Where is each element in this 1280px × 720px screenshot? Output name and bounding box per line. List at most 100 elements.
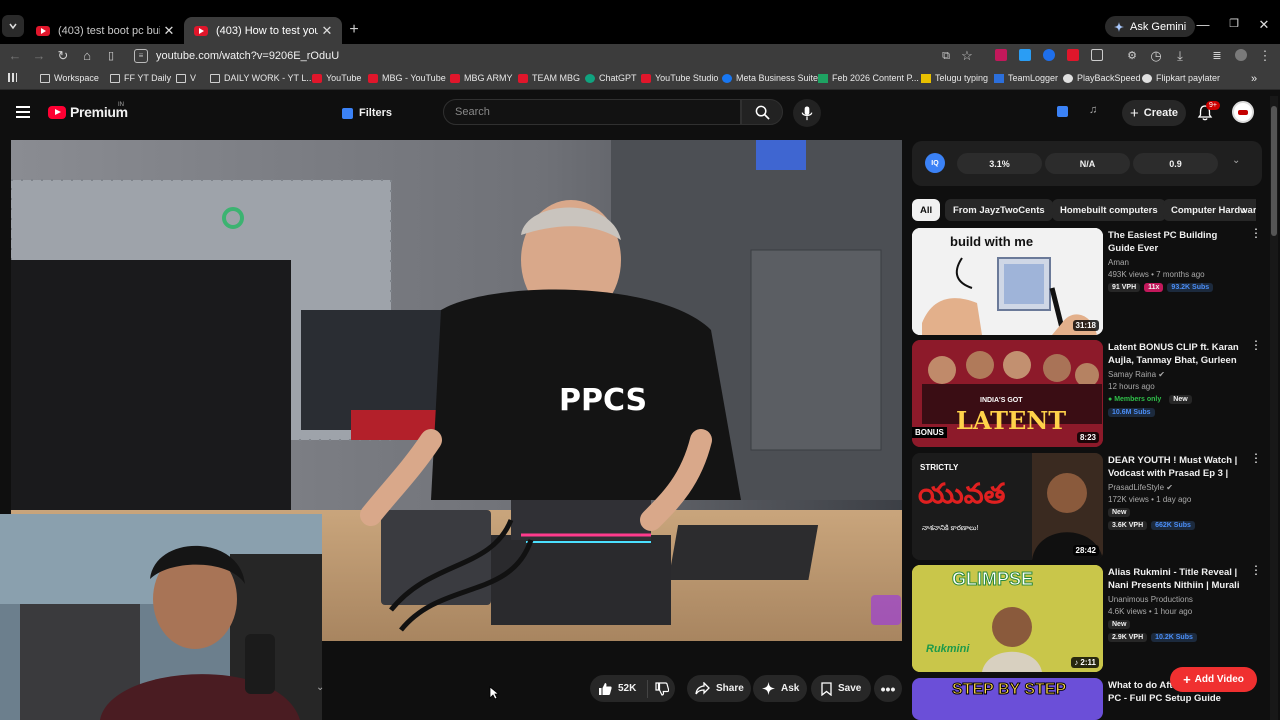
bookmark-item[interactable]: ChatGPT	[585, 73, 637, 83]
sidebar-toggle-icon[interactable]: ▯	[102, 48, 120, 64]
extension-icon[interactable]	[1043, 49, 1055, 61]
bookmark-item[interactable]: YouTube Studio	[641, 73, 718, 83]
extension-icon[interactable]	[995, 49, 1007, 61]
more-horizontal-icon: •••	[880, 680, 896, 697]
bookmark-item[interactable]: Meta Business Suite	[722, 73, 818, 83]
video-title[interactable]: Latent BONUS CLIP ft. Karan Aujla, Tanma…	[1108, 341, 1243, 367]
bookmark-item[interactable]: DAILY WORK - YT L...	[210, 73, 314, 83]
share-button[interactable]: Share	[687, 675, 751, 702]
bookmark-item[interactable]: V	[176, 73, 196, 83]
chevron-down-icon[interactable]: ⌄	[316, 682, 324, 693]
history-icon[interactable]: ◷	[1147, 48, 1165, 64]
related-video-card[interactable]: INDIA'S GOT LATENT BONUS 8:23 Latent BON…	[912, 339, 1262, 447]
ask-button[interactable]: Ask	[753, 675, 807, 702]
close-tab-icon[interactable]: ✕	[160, 23, 178, 39]
chip-homebuilt[interactable]: Homebuilt computers	[1052, 199, 1166, 221]
reload-icon[interactable]: ↻	[54, 48, 72, 64]
video-thumbnail[interactable]: STEP BY STEP	[912, 678, 1103, 720]
channel-name[interactable]: Samay Raina ✔	[1108, 370, 1243, 379]
bookmark-item[interactable]: FF YT Daily	[110, 73, 171, 83]
profile-icon[interactable]: ⚙	[1123, 48, 1141, 64]
youtube-premium-logo[interactable]: Premium IN	[48, 102, 128, 120]
tab-search-button[interactable]	[2, 15, 24, 37]
account-icon[interactable]	[1235, 49, 1247, 61]
channel-name[interactable]: Unanimous Productions	[1108, 595, 1243, 604]
close-window-icon[interactable]: ✕	[1254, 17, 1274, 33]
video-title[interactable]: Alias Rukmini - Title Reveal | Nani Pres…	[1108, 566, 1243, 592]
chip-from-channel[interactable]: From JayzTwoCents	[945, 199, 1053, 221]
vidiq-stat-score[interactable]: 0.9	[1133, 153, 1218, 174]
home-icon[interactable]: ⌂	[78, 48, 96, 64]
extension-toggle-icon[interactable]	[1057, 106, 1068, 117]
close-tab-icon[interactable]: ✕	[318, 23, 336, 39]
bookmark-item[interactable]: MBG ARMY	[450, 73, 513, 83]
more-bookmarks-icon[interactable]: »	[1251, 73, 1257, 85]
browser-tab-1[interactable]: (403) test boot pc build - YouTube ✕	[26, 17, 184, 44]
scrollbar-thumb[interactable]	[1271, 106, 1277, 236]
vidiq-stat-engagement[interactable]: 3.1%	[957, 153, 1042, 174]
more-vertical-icon[interactable]: ⋮	[1250, 452, 1262, 464]
restore-icon[interactable]: ❐	[1224, 17, 1244, 30]
channel-name[interactable]: Aman	[1108, 258, 1243, 267]
bell-outline-icon[interactable]: ♫	[1089, 104, 1097, 116]
address-bar[interactable]: ≡ youtube.com/watch?v=9206E_rOduU	[128, 45, 928, 67]
bookmark-star-icon[interactable]: ☆	[958, 48, 976, 64]
download-icon[interactable]: ⤓	[1171, 48, 1189, 64]
search-button[interactable]	[741, 99, 783, 125]
extension-icon[interactable]	[1019, 49, 1031, 61]
bookmark-item[interactable]: Workspace	[40, 73, 99, 83]
video-title[interactable]: The Easiest PC Building Guide Ever	[1108, 229, 1243, 255]
chip-all[interactable]: All	[912, 199, 941, 221]
related-video-card[interactable]: build with me 31:18 The Easiest PC Build…	[912, 227, 1262, 335]
add-video-button[interactable]: + Add Video	[1170, 667, 1257, 692]
video-thumbnail[interactable]: GLIMPSE Rukmini ♪ 2:11	[912, 565, 1103, 672]
like-button[interactable]: 52K	[590, 679, 648, 698]
page-scrollbar[interactable]	[1270, 96, 1278, 720]
bookmark-item[interactable]: TEAM MBG	[518, 73, 580, 83]
bookmark-save-icon	[821, 681, 832, 696]
chevron-right-icon[interactable]: ›	[1236, 200, 1252, 220]
new-tab-button[interactable]: +	[341, 17, 367, 43]
video-thumbnail[interactable]: STRICTLY యువత నాశనానికి కారణాలు! 28:42	[912, 453, 1103, 560]
bookmark-item[interactable]: Feb 2026 Content P...	[818, 73, 919, 83]
bookmark-item[interactable]: TeamLogger	[994, 73, 1058, 83]
account-avatar[interactable]	[1232, 101, 1254, 123]
filters-button[interactable]: Filters	[334, 100, 400, 126]
video-title[interactable]: DEAR YOUTH ! Must Watch | Vodcast with P…	[1108, 454, 1243, 480]
more-vertical-icon[interactable]: ⋮	[1250, 339, 1262, 351]
browser-tab-2[interactable]: (403) How to test your new PC ✕	[184, 17, 342, 44]
install-app-icon[interactable]: ⧉	[937, 48, 955, 64]
save-button[interactable]: Save	[811, 675, 871, 702]
chevron-down-icon[interactable]: ⌄	[1232, 155, 1240, 166]
related-video-card[interactable]: STRICTLY యువత నాశనానికి కారణాలు! 28:42 D…	[912, 452, 1262, 560]
vidiq-logo[interactable]: IQ	[925, 153, 945, 173]
search-input[interactable]: Search	[443, 99, 741, 125]
video-thumbnail[interactable]: INDIA'S GOT LATENT BONUS 8:23	[912, 340, 1103, 447]
apps-grid-icon[interactable]	[8, 73, 17, 82]
tab-list-icon[interactable]: ≣	[1208, 48, 1226, 64]
forward-arrow-icon[interactable]: →	[30, 48, 48, 64]
bookmark-item[interactable]: MBG - YouTube	[368, 73, 446, 83]
more-actions-button[interactable]: •••	[874, 675, 902, 702]
bookmark-item[interactable]: PlayBackSpeed	[1063, 73, 1141, 83]
voice-search-button[interactable]	[793, 99, 821, 127]
bookmark-item[interactable]: YouTube	[312, 73, 361, 83]
ask-gemini-button[interactable]: Ask Gemini	[1105, 16, 1196, 37]
menu-kebab-icon[interactable]: ⋮	[1256, 48, 1274, 64]
bookmark-item[interactable]: Telugu typing	[921, 73, 988, 83]
bookmark-item[interactable]: Flipkart paylater	[1142, 73, 1220, 83]
minimize-icon[interactable]: —	[1193, 17, 1213, 32]
create-button[interactable]: + Create	[1122, 100, 1186, 126]
more-vertical-icon[interactable]: ⋮	[1250, 227, 1262, 239]
dislike-button[interactable]	[648, 681, 675, 696]
extensions-puzzle-icon[interactable]	[1091, 49, 1103, 61]
hamburger-menu-icon[interactable]	[16, 106, 30, 118]
video-thumbnail[interactable]: build with me 31:18	[912, 228, 1103, 335]
extension-icon[interactable]	[1067, 49, 1079, 61]
site-info-icon[interactable]: ≡	[134, 49, 148, 63]
related-video-card[interactable]: GLIMPSE Rukmini ♪ 2:11 Alias Rukmini - T…	[912, 564, 1262, 672]
vidiq-stat-value[interactable]: N/A	[1045, 153, 1130, 174]
channel-name[interactable]: PrasadLifeStyle ✔	[1108, 483, 1243, 492]
more-vertical-icon[interactable]: ⋮	[1250, 564, 1262, 576]
back-arrow-icon[interactable]: ←	[6, 48, 24, 64]
